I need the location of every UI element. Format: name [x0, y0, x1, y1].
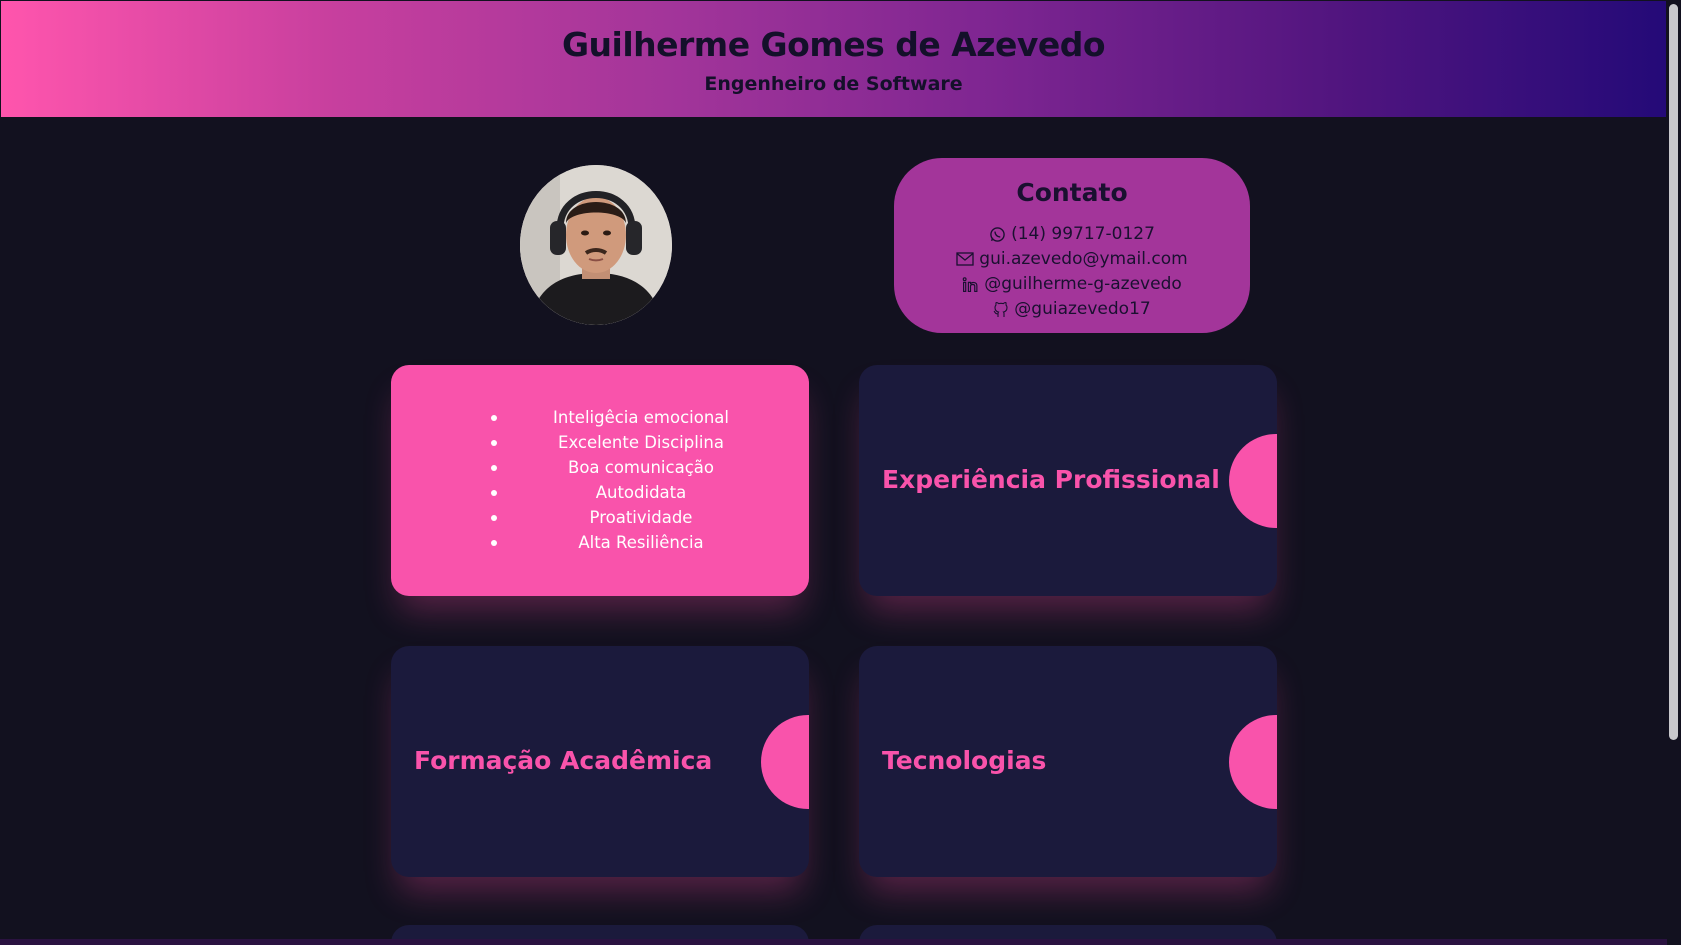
- contact-phone[interactable]: (14) 99717-0127: [894, 224, 1250, 244]
- mail-icon: [956, 252, 974, 266]
- contact-github[interactable]: @guiazevedo17: [894, 299, 1250, 319]
- linkedin-icon: [962, 276, 979, 293]
- list-item: Excelente Disciplina: [491, 430, 791, 455]
- soft-skills-card: Inteligêcia emocional Excelente Discipli…: [391, 365, 809, 596]
- person-role: Engenheiro de Software: [704, 73, 963, 95]
- profile-photo: [520, 165, 672, 325]
- contact-github-text: @guiazevedo17: [1014, 299, 1151, 319]
- contact-linkedin[interactable]: @guilherme-g-azevedo: [894, 274, 1250, 294]
- soft-skills-list: Inteligêcia emocional Excelente Discipli…: [491, 405, 791, 555]
- list-item: Proatividade: [491, 505, 791, 530]
- list-item: Boa comunicação: [491, 455, 791, 480]
- experience-card[interactable]: Experiência Profissional: [859, 365, 1277, 596]
- education-heading: Formação Acadêmica: [414, 746, 713, 775]
- contact-card: Contato (14) 99717-0127 gui.azevedo@ymai…: [894, 158, 1250, 333]
- technologies-heading: Tecnologias: [882, 746, 1047, 775]
- whatsapp-icon: [989, 226, 1006, 243]
- person-name: Guilherme Gomes de Azevedo: [561, 25, 1106, 64]
- contact-linkedin-text: @guilherme-g-azevedo: [984, 274, 1182, 294]
- viewport-bottom-edge: [0, 939, 1667, 945]
- list-item: Inteligêcia emocional: [491, 405, 791, 430]
- scrollbar-thumb[interactable]: [1669, 4, 1678, 740]
- list-item: Alta Resiliência: [491, 530, 791, 555]
- expand-circle[interactable]: [1229, 715, 1277, 809]
- expand-circle[interactable]: [761, 715, 809, 809]
- profile-photo-image: [520, 165, 672, 325]
- contact-title: Contato: [1016, 178, 1128, 207]
- technologies-card[interactable]: Tecnologias: [859, 646, 1277, 877]
- contact-email[interactable]: gui.azevedo@ymail.com: [894, 249, 1250, 269]
- expand-circle[interactable]: [1229, 434, 1277, 528]
- contact-email-text: gui.azevedo@ymail.com: [979, 249, 1188, 269]
- list-item: Autodidata: [491, 480, 791, 505]
- portfolio-page: Guilherme Gomes de Azevedo Engenheiro de…: [0, 0, 1681, 945]
- github-icon: [993, 301, 1009, 318]
- education-card[interactable]: Formação Acadêmica: [391, 646, 809, 877]
- experience-heading: Experiência Profissional: [882, 465, 1220, 494]
- contact-phone-text: (14) 99717-0127: [1011, 224, 1155, 244]
- page-header: Guilherme Gomes de Azevedo Engenheiro de…: [1, 1, 1666, 117]
